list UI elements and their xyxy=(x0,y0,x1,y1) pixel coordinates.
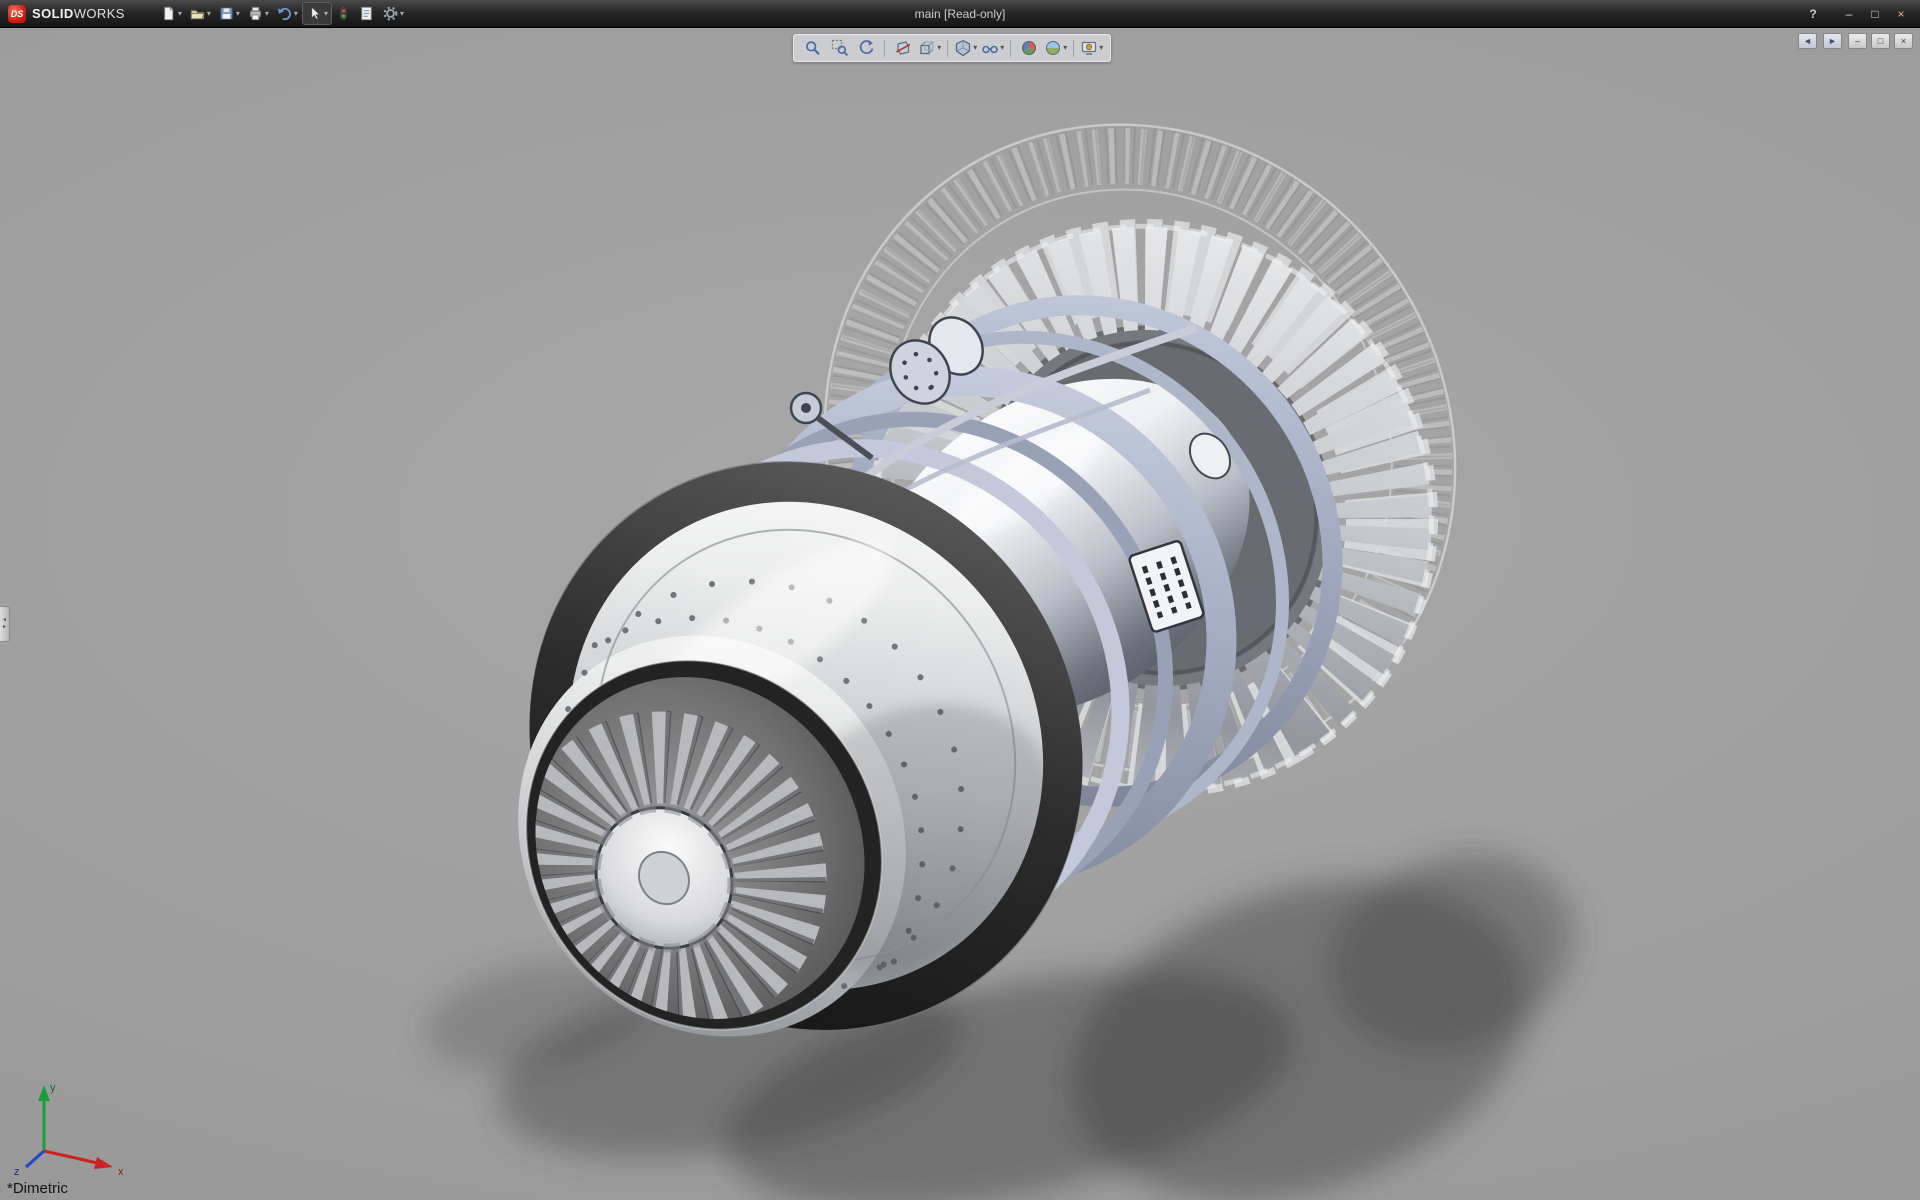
display-style-button[interactable]: ▾ xyxy=(953,37,978,59)
select-cursor-icon xyxy=(306,5,323,22)
previous-document-button[interactable]: ◄ xyxy=(1798,33,1817,49)
minimize-document-button[interactable]: – xyxy=(1848,33,1867,49)
zoom-to-area-button[interactable] xyxy=(827,37,852,59)
graphics-area[interactable]: ▾ ▾ ▾ xyxy=(0,28,1920,1200)
handle-arrow-right-icon: ▸ xyxy=(3,624,6,631)
restore-document-button[interactable]: □ xyxy=(1871,33,1890,49)
dropdown-caret[interactable]: ▾ xyxy=(207,10,211,18)
zoom-to-area-icon xyxy=(831,39,849,57)
close-document-button[interactable]: × xyxy=(1894,33,1913,49)
app-logo: DS SOLIDWORKS xyxy=(0,5,135,23)
brand-light: WORKS xyxy=(74,6,125,21)
document-window-controls: ◄ ► – □ × xyxy=(1798,33,1913,49)
display-style-icon xyxy=(954,39,972,57)
next-document-button[interactable]: ► xyxy=(1823,33,1842,49)
save-button[interactable]: ▾ xyxy=(215,3,243,24)
print-button[interactable]: ▾ xyxy=(244,3,272,24)
toolbar-separator xyxy=(1010,40,1011,57)
section-view-icon xyxy=(894,39,912,57)
save-icon xyxy=(218,5,235,22)
close-button[interactable]: × xyxy=(1890,5,1912,23)
apply-scene-button[interactable]: ▾ xyxy=(1043,37,1068,59)
options-button[interactable]: ▾ xyxy=(379,3,407,24)
toolbar-separator xyxy=(884,40,885,57)
view-orientation-label: *Dimetric xyxy=(7,1180,68,1197)
solidworks-window: DS SOLIDWORKS ▾ ▾ ▾ xyxy=(0,0,1920,1200)
minimize-button[interactable]: – xyxy=(1838,5,1860,23)
undo-button[interactable]: ▾ xyxy=(273,3,301,24)
y-axis-label: y xyxy=(50,1082,56,1094)
view-settings-button[interactable]: ▾ xyxy=(1079,37,1104,59)
zoom-to-fit-button[interactable] xyxy=(800,37,825,59)
glasses-icon xyxy=(981,39,999,57)
options-gear-icon xyxy=(382,5,399,22)
print-icon xyxy=(247,5,264,22)
document-title: main [Read-only] xyxy=(915,7,1006,21)
dropdown-caret[interactable]: ▾ xyxy=(178,10,182,18)
feature-tree-handle[interactable]: ◂ ▸ xyxy=(0,606,10,642)
open-document-button[interactable]: ▾ xyxy=(186,3,214,24)
reference-triad: x y z xyxy=(12,1063,142,1178)
dropdown-caret[interactable]: ▾ xyxy=(1000,44,1004,52)
dassault-logo-icon: DS xyxy=(8,5,26,23)
file-properties-icon xyxy=(358,5,375,22)
previous-view-button[interactable] xyxy=(854,37,879,59)
dropdown-caret[interactable]: ▾ xyxy=(265,10,269,18)
previous-view-icon xyxy=(858,39,876,57)
section-view-button[interactable] xyxy=(890,37,915,59)
hide-show-items-button[interactable]: ▾ xyxy=(980,37,1005,59)
window-controls: ? – □ × xyxy=(1802,5,1920,23)
undo-icon xyxy=(276,5,293,22)
help-button[interactable]: ? xyxy=(1802,5,1824,23)
toolbar-separator xyxy=(947,40,948,57)
main-toolbar: ▾ ▾ ▾ ▾ xyxy=(157,2,407,25)
z-axis-arrow xyxy=(26,1151,44,1167)
dropdown-caret[interactable]: ▾ xyxy=(1063,44,1067,52)
view-orientation-cube-icon xyxy=(918,39,936,57)
zoom-to-fit-icon xyxy=(804,39,822,57)
model-scene xyxy=(0,28,1920,1200)
select-button[interactable]: ▾ xyxy=(302,2,332,25)
x-axis-label: x xyxy=(118,1166,124,1178)
dropdown-caret[interactable]: ▾ xyxy=(294,10,298,18)
dropdown-caret[interactable]: ▾ xyxy=(973,44,977,52)
brand-bold: SOLID xyxy=(32,6,74,21)
new-document-icon xyxy=(160,5,177,22)
dropdown-caret[interactable]: ▾ xyxy=(1099,44,1103,52)
edit-appearance-button[interactable] xyxy=(1016,37,1041,59)
handle-arrow-left-icon: ◂ xyxy=(3,617,6,624)
appearance-ball-icon xyxy=(1020,39,1038,57)
dropdown-caret[interactable]: ▾ xyxy=(236,10,240,18)
z-axis-label: z xyxy=(14,1166,20,1178)
restore-button[interactable]: □ xyxy=(1864,5,1886,23)
dropdown-caret[interactable]: ▾ xyxy=(937,44,941,52)
titlebar: DS SOLIDWORKS ▾ ▾ ▾ xyxy=(0,0,1920,28)
new-document-button[interactable]: ▾ xyxy=(157,3,185,24)
rebuild-status-button[interactable] xyxy=(333,3,354,24)
view-settings-icon xyxy=(1080,39,1098,57)
app-name: SOLIDWORKS xyxy=(32,6,125,21)
scene-sphere-icon xyxy=(1044,39,1062,57)
traffic-light-icon xyxy=(336,5,351,22)
view-orientation-button[interactable]: ▾ xyxy=(917,37,942,59)
dropdown-caret[interactable]: ▾ xyxy=(324,10,328,18)
dropdown-caret[interactable]: ▾ xyxy=(400,10,404,18)
toolbar-separator xyxy=(1073,40,1074,57)
open-folder-icon xyxy=(189,5,206,22)
file-properties-button[interactable] xyxy=(355,3,378,24)
heads-up-view-toolbar: ▾ ▾ ▾ xyxy=(793,34,1111,62)
y-axis-arrow xyxy=(38,1085,50,1101)
x-axis-arrow xyxy=(94,1157,113,1169)
